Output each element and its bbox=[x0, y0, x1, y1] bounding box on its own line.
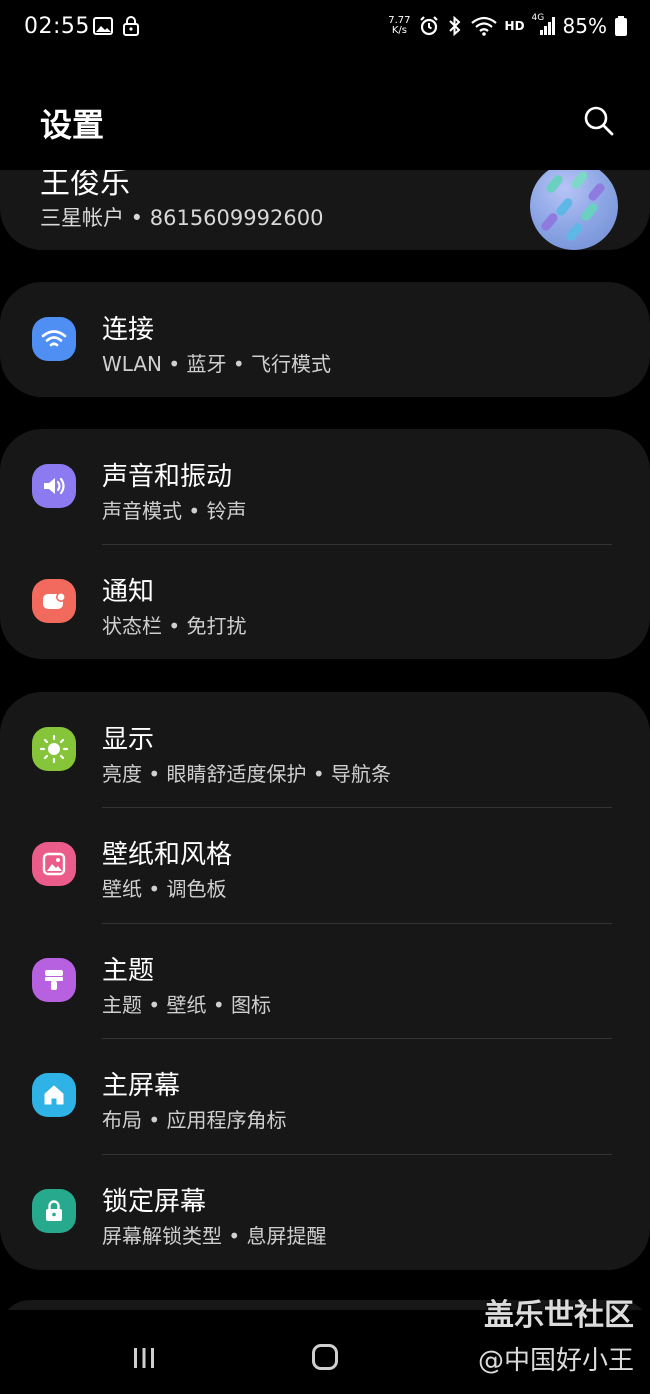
page-title: 设置 bbox=[40, 106, 105, 144]
settings-group-sound: 声音和振动 声音模式 • 铃声 通知 状态栏 • 免打扰 bbox=[0, 429, 650, 659]
settings-item-title: 通知 bbox=[102, 577, 155, 607]
home-icon bbox=[32, 1073, 76, 1117]
settings-item-subtitle: 主题 • 壁纸 • 图标 bbox=[102, 993, 272, 1017]
lock-icon bbox=[123, 16, 139, 36]
settings-item-subtitle: WLAN • 蓝牙 • 飞行模式 bbox=[102, 352, 332, 376]
settings-item-lock-screen[interactable]: 锁定屏幕 屏幕解锁类型 • 息屏提醒 bbox=[0, 1154, 650, 1269]
lock-icon bbox=[32, 1189, 76, 1233]
wifi-icon bbox=[32, 317, 76, 361]
signal-icon: 4G bbox=[532, 13, 556, 37]
home-button-icon[interactable] bbox=[312, 1344, 338, 1370]
settings-item-title: 主屏幕 bbox=[102, 1071, 181, 1101]
account-card-clip: 王俊乐 三星帐户 • 8615609992600 bbox=[0, 170, 650, 250]
net-speed: 7.77 K/s bbox=[388, 15, 411, 36]
settings-item-subtitle: 壁纸 • 调色板 bbox=[102, 877, 227, 901]
settings-item-subtitle: 布局 • 应用程序角标 bbox=[102, 1108, 287, 1132]
settings-item-notifications[interactable]: 通知 状态栏 • 免打扰 bbox=[0, 544, 650, 659]
settings-item-home-screen[interactable]: 主屏幕 布局 • 应用程序角标 bbox=[0, 1038, 650, 1153]
settings-item-wallpaper[interactable]: 壁纸和风格 壁纸 • 调色板 bbox=[0, 807, 650, 922]
bluetooth-icon bbox=[448, 15, 460, 37]
status-right: 7.77 K/s HD 4G 85% bbox=[388, 13, 628, 38]
settings-item-display[interactable]: 显示 亮度 • 眼睛舒适度保护 • 导航条 bbox=[0, 692, 650, 807]
brightness-icon bbox=[32, 727, 76, 771]
alarm-icon bbox=[419, 16, 438, 36]
search-icon[interactable] bbox=[582, 104, 616, 138]
speaker-icon bbox=[32, 464, 76, 508]
settings-item-subtitle: 亮度 • 眼睛舒适度保护 • 导航条 bbox=[102, 762, 392, 786]
watermark-title: 盖乐世社区 bbox=[484, 1298, 634, 1333]
wifi-icon bbox=[470, 16, 497, 36]
settings-item-subtitle: 声音模式 • 铃声 bbox=[102, 499, 247, 523]
settings-item-subtitle: 屏幕解锁类型 • 息屏提醒 bbox=[102, 1224, 327, 1248]
status-bar: 02:55 7.77 K/s HD 4G 85% bbox=[0, 0, 650, 56]
account-subtitle: 三星帐户 • 8615609992600 bbox=[40, 206, 324, 230]
settings-item-connections[interactable]: 连接 WLAN • 蓝牙 • 飞行模式 bbox=[0, 282, 650, 397]
settings-group-display: 显示 亮度 • 眼睛舒适度保护 • 导航条 壁纸和风格 壁纸 • 调色板 主题 … bbox=[0, 692, 650, 1270]
settings-item-sound[interactable]: 声音和振动 声音模式 • 铃声 bbox=[0, 429, 650, 544]
account-name: 王俊乐 bbox=[40, 170, 130, 201]
settings-item-title: 连接 bbox=[102, 315, 155, 345]
account-card[interactable]: 王俊乐 三星帐户 • 8615609992600 bbox=[0, 170, 650, 250]
settings-item-subtitle: 状态栏 • 免打扰 bbox=[102, 614, 247, 638]
avatar[interactable] bbox=[530, 170, 618, 250]
recents-icon[interactable] bbox=[131, 1346, 157, 1370]
hd-label: HD bbox=[504, 19, 525, 33]
settings-item-title: 显示 bbox=[102, 725, 155, 755]
notification-icon bbox=[32, 579, 76, 623]
wallpaper-icon bbox=[32, 842, 76, 886]
battery-icon bbox=[615, 16, 627, 36]
settings-item-themes[interactable]: 主题 主题 • 壁纸 • 图标 bbox=[0, 923, 650, 1038]
settings-item-title: 锁定屏幕 bbox=[102, 1187, 207, 1217]
settings-item-title: 壁纸和风格 bbox=[102, 840, 233, 870]
theme-brush-icon bbox=[32, 958, 76, 1002]
status-time: 02:55 bbox=[24, 14, 90, 39]
watermark-author: @中国好小王 bbox=[477, 1346, 634, 1376]
settings-item-title: 声音和振动 bbox=[102, 462, 233, 492]
gallery-icon bbox=[93, 17, 113, 35]
settings-item-title: 主题 bbox=[102, 956, 155, 986]
battery-percent: 85% bbox=[562, 14, 607, 38]
settings-group-connections: 连接 WLAN • 蓝牙 • 飞行模式 bbox=[0, 282, 650, 397]
